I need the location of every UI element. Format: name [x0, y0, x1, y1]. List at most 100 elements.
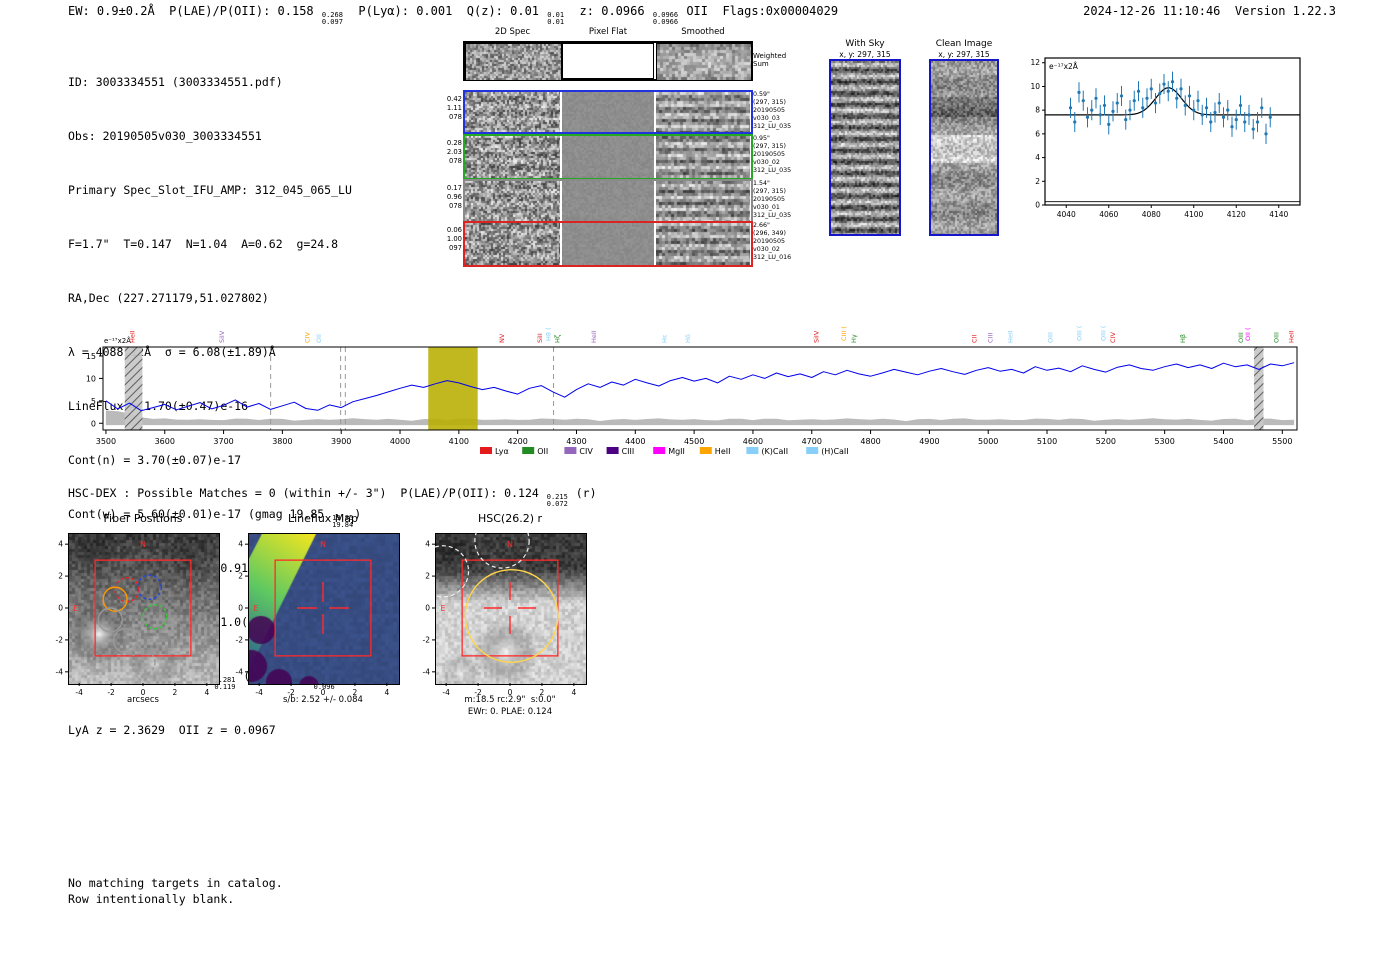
emission-line-label: CIII: [987, 333, 995, 343]
spec2d-row0-pixelflat-blank: [562, 43, 654, 79]
legend-label: HeII: [715, 447, 731, 456]
svg-text:0: 0: [58, 604, 63, 613]
legend-label: MgII: [668, 447, 685, 456]
footer-line-1: No matching targets in catalog.: [68, 876, 283, 892]
spec2d-row2-2dspec-image: [465, 136, 560, 178]
spec2d-header-2dspec: 2D Spec: [465, 27, 560, 37]
svg-text:4900: 4900: [919, 437, 939, 446]
emission-line-label: OIII (: [1075, 325, 1083, 341]
info-lambda-sigma: λ = 4088.12Å σ = 6.08(±1.89)Å: [68, 344, 361, 360]
emission-line-label: SiII: [536, 333, 544, 343]
svg-text:4200: 4200: [507, 437, 527, 446]
svg-text:4500: 4500: [684, 437, 704, 446]
emission-line-label: Hγ: [850, 334, 858, 343]
spec2d-row2-left-labels: 0.28 2.03 078: [438, 139, 462, 166]
svg-text:5500: 5500: [1272, 437, 1292, 446]
emission-line-label: OIII: [1237, 332, 1245, 343]
spec2d-row4-right-labels: 2.66" (296, 349) 20190505 v030_02 312_LU_016: [753, 222, 791, 262]
hsc-cutout-title: HSC(26.2) r: [435, 512, 585, 525]
emission-line-label: OIII: [1047, 332, 1055, 343]
legend-swatch: [607, 447, 619, 454]
qz-uncertainty: 0.01 0.01: [547, 12, 564, 25]
emission-line-label: Hζ: [554, 334, 562, 343]
spec2d-row3-2dspec-image: [465, 181, 560, 221]
elixer-report: EW: 0.9±0.2Å P(LAE)/P(OII): 0.158 0.268 0…: [0, 0, 1400, 953]
emission-line-label: CII: [971, 335, 979, 343]
info-primary-spec: Primary Spec_Slot_IFU_AMP: 312_045_065_L…: [68, 182, 361, 198]
spec2d-row3-left-labels: 0.17 0.96 078: [438, 184, 462, 211]
legend-label: Lyα: [495, 447, 509, 456]
spec2d-row4-smoothed-image: [656, 223, 750, 265]
plae-sub: 0.097: [322, 19, 343, 26]
header-stats: EW: 0.9±0.2Å P(LAE)/P(OII): 0.158 0.268 0…: [68, 4, 838, 25]
legend-swatch: [564, 447, 576, 454]
spec2d-row1-left-labels: 0.42 1.11 078: [438, 95, 462, 122]
header-ew-plae: EW: 0.9±0.2Å P(LAE)/P(OII): 0.158: [68, 4, 321, 18]
legend-label: (H)CaII: [821, 447, 848, 456]
info-lineflux: LineFlux = 1.70(±0.47)e-16: [68, 398, 361, 414]
legend-label: (K)CaII: [761, 447, 788, 456]
legend-label: OII: [537, 447, 548, 456]
svg-text:2: 2: [58, 572, 63, 581]
spec2d-row3-smoothed-image: [656, 181, 750, 221]
spec2d-row0-2dspec-image: [465, 43, 562, 81]
svg-text:5200: 5200: [1096, 437, 1116, 446]
emission-line-label: Hε: [661, 334, 669, 343]
svg-text:4140: 4140: [1269, 210, 1288, 219]
legend-swatch: [522, 447, 534, 454]
lineflux-map-image: [248, 533, 400, 685]
hsc-plae-uncertainty: 0.215 0.072: [547, 494, 568, 507]
zoom-plot: 0246810124040 4060 4080 4100 4120 4140e⁻¹⁷x2Å: [1030, 58, 1300, 219]
detection-highlight-band: [428, 348, 477, 430]
spec2d-row4-left-labels: 0.06 1.00 097: [438, 226, 462, 253]
emission-line-label: OIII (: [1099, 325, 1107, 341]
spec2d-row2-smoothed-image: [656, 136, 750, 178]
emission-line-label: OIII: [1272, 332, 1280, 343]
svg-text:4000: 4000: [390, 437, 410, 446]
svg-text:-2: -2: [56, 635, 64, 644]
hsc-xlabel-1: m:18.5 rc:2.9" s:0.0": [425, 695, 595, 705]
emission-line-label: CIII (: [840, 326, 848, 341]
info-redshifts: LyA z = 2.3629 OII z = 0.0967: [68, 722, 361, 738]
spec2d-weighted-sum-label: Weighted Sum: [753, 52, 786, 68]
svg-text:4700: 4700: [802, 437, 822, 446]
svg-text:4: 4: [425, 540, 430, 549]
clean-image-subtitle: x, y: 297, 315: [927, 50, 1001, 59]
emission-line-label: Hβ: [1179, 334, 1187, 343]
header-plya-qz: P(Lyα): 0.001 Q(z): 0.01: [344, 4, 546, 18]
spec2d-row2-pixelflat-image: [562, 136, 654, 178]
z-uncertainty: 0.0966 0.0966: [653, 12, 678, 25]
footer-notes: No matching targets in catalog. Row inten…: [68, 876, 283, 907]
svg-text:0: 0: [1035, 201, 1040, 210]
emission-line-label: HeII: [590, 330, 598, 343]
spec2d-row1-right-labels: 0.59" (297, 315) 20190505 v030_03 312_LU_035: [753, 91, 791, 131]
emission-line-label: HeII: [1288, 330, 1296, 343]
legend-label: CIII: [622, 447, 635, 456]
svg-text:4040: 4040: [1057, 210, 1076, 219]
svg-text:-2: -2: [423, 635, 431, 644]
svg-text:2: 2: [425, 572, 430, 581]
plae-uncertainty: 0.268 0.097: [322, 12, 343, 25]
svg-text:6: 6: [1035, 129, 1040, 138]
spec2d-row1-smoothed-image: [656, 92, 750, 132]
lineflux-xlabel: s/b: 2.52 +/- 0.084: [238, 695, 408, 705]
fiber-positions-title: Fiber Positions: [68, 512, 218, 525]
withsky-image: [829, 59, 901, 236]
withsky-title: With Sky: [829, 39, 901, 49]
legend-swatch: [700, 447, 712, 454]
clean-image-title: Clean Image: [927, 39, 1001, 49]
lineflux-map-title: Lineflux Map: [248, 512, 398, 525]
svg-text:4: 4: [58, 540, 63, 549]
info-obs: Obs: 20190505v030_3003334551: [68, 128, 361, 144]
hsc-dex-line: HSC-DEX : Possible Matches = 0 (within +…: [68, 486, 597, 507]
footer-line-2: Row intentionally blank.: [68, 892, 283, 908]
svg-text:0: 0: [425, 604, 430, 613]
spec2d-row3-right-labels: 1.54" (297, 315) 20190505 v030_01 312_LU_035: [753, 180, 791, 220]
svg-text:4600: 4600: [743, 437, 763, 446]
header-datetime: 2024-12-26 11:10:46 Version 1.22.3: [1083, 4, 1336, 18]
svg-text:2: 2: [1035, 177, 1040, 186]
svg-text:4: 4: [1035, 153, 1040, 162]
svg-text:4300: 4300: [566, 437, 586, 446]
withsky-subtitle: x, y: 297, 315: [829, 50, 901, 59]
info-seeing: F=1.7" T=0.147 N=1.04 A=0.62 g=24.8: [68, 236, 361, 252]
